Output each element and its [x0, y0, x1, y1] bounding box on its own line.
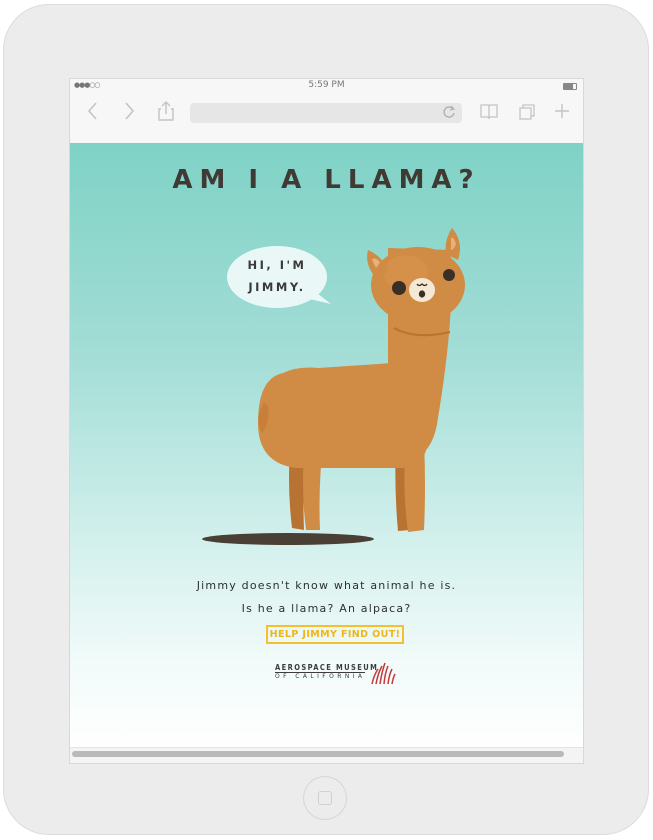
- body-line-1: Jimmy doesn't know what animal he is.: [196, 579, 457, 592]
- plus-icon[interactable]: [553, 100, 571, 127]
- logo-line-2: OF CALIFORNIA: [275, 673, 366, 680]
- body-line-2: Is he a llama? An alpaca?: [241, 602, 412, 615]
- page-title: AM I A LLAMA?: [172, 165, 481, 195]
- book-icon[interactable]: [479, 100, 499, 127]
- status-bar: ●●●○○ 5:59 PM: [70, 79, 583, 93]
- museum-logo-icon: [371, 662, 396, 685]
- tabs-icon[interactable]: [517, 100, 537, 127]
- reload-icon[interactable]: [442, 104, 456, 124]
- chevron-right-icon[interactable]: [122, 100, 136, 127]
- share-icon[interactable]: [157, 100, 175, 127]
- address-bar[interactable]: [190, 103, 462, 123]
- chevron-left-icon[interactable]: [86, 100, 100, 127]
- web-content: AM I A LLAMA? HI, I'M JIMMY. Jimmy doesn…: [70, 143, 583, 749]
- horizontal-scrollbar[interactable]: [72, 751, 564, 757]
- home-button[interactable]: [303, 776, 347, 820]
- status-time: 5:59 PM: [308, 80, 345, 90]
- browser-toolbar: [70, 93, 583, 144]
- tablet-screen: ●●●○○ 5:59 PM AM I A LLAMA? HI, I'M JIMM…: [70, 79, 583, 763]
- llama-illustration: [202, 228, 465, 545]
- battery-icon: [563, 83, 577, 90]
- help-jimmy-button[interactable]: HELP JIMMY FIND OUT!: [266, 625, 404, 644]
- museum-logo[interactable]: AEROSPACE MUSEUM OF CALIFORNIA: [275, 661, 399, 687]
- logo-line-1: AEROSPACE MUSEUM: [275, 663, 379, 672]
